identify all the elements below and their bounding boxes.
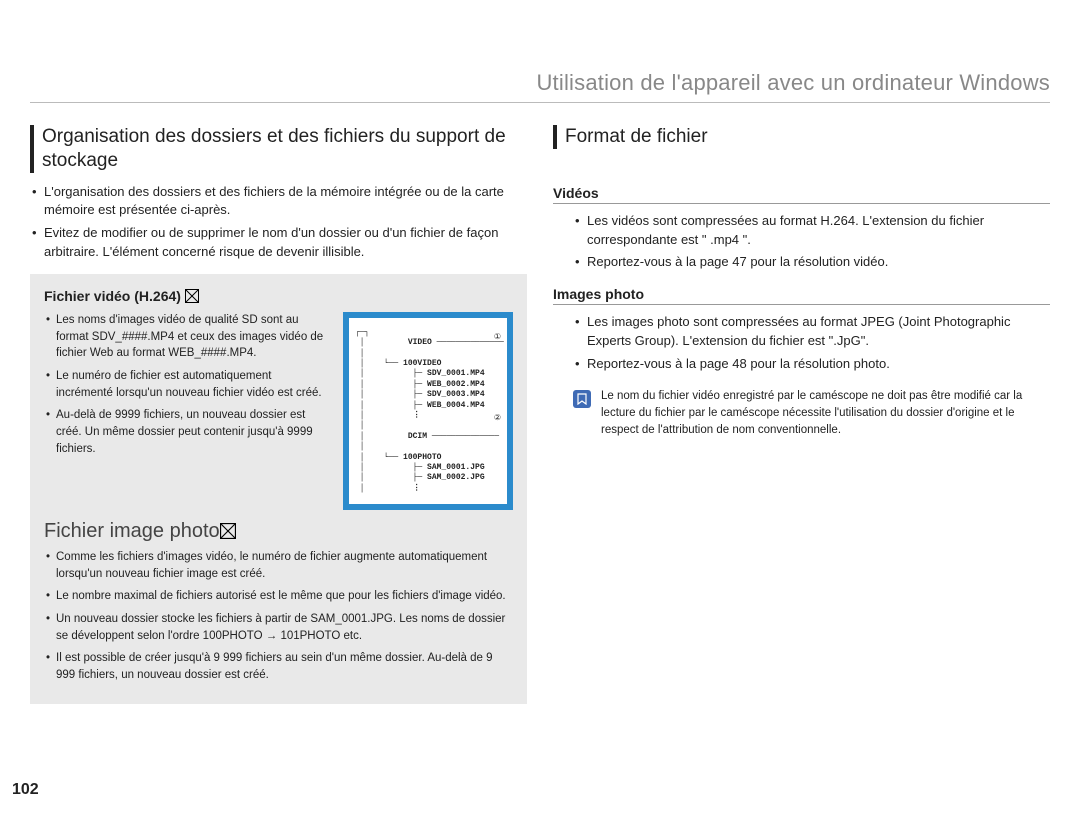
tree-node: 100PHOTO: [403, 453, 441, 462]
left-column: Organisation des dossiers et des fichier…: [30, 125, 527, 704]
videos-list: Les vidéos sont compressées au format H.…: [553, 212, 1050, 273]
videos-item: Reportez-vous à la page 47 pour la résol…: [573, 253, 1050, 272]
video-section-inner: Les noms d'images vidéo de qualité SD so…: [44, 312, 513, 510]
videos-item: Les vidéos sont compressées au format H.…: [573, 212, 1050, 250]
photo-item: Un nouveau dossier stocke les fichiers à…: [44, 611, 513, 644]
video-file-heading: Fichier vidéo (H.264): [44, 288, 513, 304]
note-text: Le nom du fichier vidéo enregistré par l…: [601, 388, 1050, 440]
tree-file: SDV_0003.MP4: [427, 390, 485, 399]
video-bullets: Les noms d'images vidéo de qualité SD so…: [44, 312, 329, 510]
left-title: Organisation des dossiers et des fichier…: [30, 125, 527, 173]
placeholder-icon: [185, 289, 199, 303]
images-list: Les images photo sont compressées au for…: [553, 313, 1050, 374]
note-icon: [573, 390, 591, 408]
video-item: Au-delà de 9999 fichiers, un nouveau dos…: [44, 407, 329, 457]
page-header: Utilisation de l'appareil avec un ordina…: [30, 70, 1050, 103]
intro-item: Evitez de modifier ou de supprimer le no…: [30, 224, 527, 262]
placeholder-icon: [220, 523, 236, 539]
photo-item: Il est possible de créer jusqu'à 9 999 f…: [44, 650, 513, 683]
intro-item: L'organisation des dossiers et des fichi…: [30, 183, 527, 221]
tree-ref-1: ①: [494, 332, 501, 342]
tree-file: SAM_0001.JPG: [427, 463, 485, 472]
tree-node: 100VIDEO: [403, 359, 441, 368]
tree-file: WEB_0004.MP4: [427, 401, 485, 410]
videos-subhead: Vidéos: [553, 185, 1050, 204]
gray-info-box: Fichier vidéo (H.264) Les noms d'images …: [30, 274, 527, 704]
images-item: Reportez-vous à la page 48 pour la résol…: [573, 355, 1050, 374]
page-number: 102: [12, 781, 39, 799]
tree-file: SDV_0001.MP4: [427, 369, 485, 378]
note-block: Le nom du fichier vidéo enregistré par l…: [553, 388, 1050, 440]
tree-node: VIDEO: [408, 338, 432, 347]
tree-file: SAM_0002.JPG: [427, 473, 485, 482]
photo-file-heading: Fichier image photo: [44, 520, 513, 543]
tree-ref-2: ②: [494, 413, 501, 423]
tree-file: WEB_0002.MP4: [427, 380, 485, 389]
right-title: Format de fichier: [553, 125, 1050, 149]
photo-item: Comme les fichiers d'images vidéo, le nu…: [44, 549, 513, 582]
video-item: Les noms d'images vidéo de qualité SD so…: [44, 312, 329, 362]
two-column-layout: Organisation des dossiers et des fichier…: [30, 125, 1050, 704]
folder-tree-diagram: ① ② ┌─┐ │ VIDEO ────────────── │ │ └── 1…: [343, 312, 513, 510]
photo-item: Le nombre maximal de fichiers autorisé e…: [44, 588, 513, 605]
video-item: Le numéro de fichier est automatiquement…: [44, 368, 329, 401]
right-column: Format de fichier Vidéos Les vidéos sont…: [553, 125, 1050, 704]
left-intro-list: L'organisation des dossiers et des fichi…: [30, 183, 527, 262]
images-subhead: Images photo: [553, 286, 1050, 305]
video-file-heading-text: Fichier vidéo (H.264): [44, 288, 181, 304]
photo-file-heading-text: Fichier image photo: [44, 520, 220, 542]
tree-node: DCIM: [408, 432, 427, 441]
photo-bullets: Comme les fichiers d'images vidéo, le nu…: [44, 549, 513, 684]
images-item: Les images photo sont compressées au for…: [573, 313, 1050, 351]
manual-page: Utilisation de l'appareil avec un ordina…: [0, 0, 1080, 827]
